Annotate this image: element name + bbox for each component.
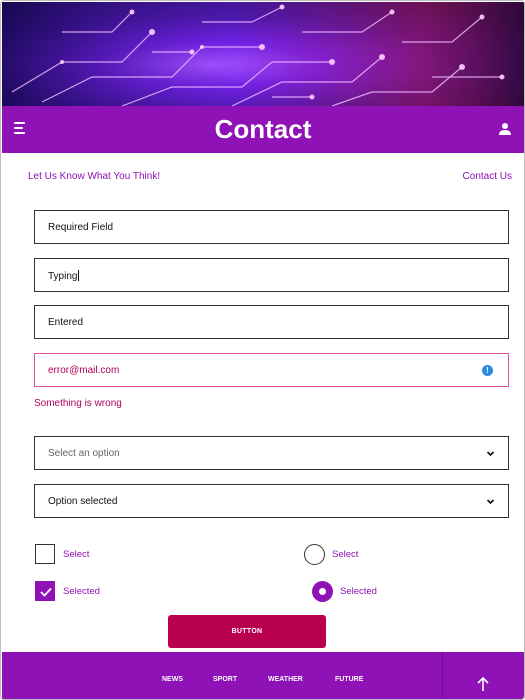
submit-button[interactable]: BUTTON [168,615,326,648]
nav-weather[interactable]: WEATHER [268,676,303,683]
info-icon: ! [482,365,493,376]
typing-field-input[interactable]: Typing [34,258,509,292]
app-frame: Contact Let Us Know What You Think! Cont… [0,0,525,700]
chevron-down-icon [486,451,495,457]
option-select-empty[interactable]: Select an option [34,436,509,470]
radio-label: Selected [340,586,377,597]
radio-dot [319,588,326,595]
page-title: Contact [214,114,312,144]
chevron-down-icon [486,499,495,505]
select-placeholder: Select an option [48,448,120,459]
field-value: Required Field [48,222,114,233]
entered-field-input[interactable]: Entered [34,305,509,339]
checkbox-label: Selected [63,586,100,597]
feedback-tagline: Let Us Know What You Think! [28,171,161,182]
footer-nav-bar: NEWS SPORT WEATHER FUTURE [2,652,524,699]
check-icon [40,587,52,597]
checkbox-checked[interactable] [35,581,55,601]
error-message: Something is wrong [34,398,122,409]
hero-circuit-image [2,2,524,106]
checkbox-unchecked[interactable] [35,544,55,564]
required-field-input[interactable]: Required Field [34,210,509,244]
user-icon[interactable] [498,122,512,136]
radio-unselected[interactable] [304,544,325,565]
nav-future[interactable]: FUTURE [335,676,363,683]
nav-news[interactable]: NEWS [162,676,183,683]
checkbox-label: Select [63,549,90,560]
radio-selected[interactable] [312,581,333,602]
nav-sport[interactable]: SPORT [213,676,237,683]
header-bar: Contact [2,106,524,153]
option-select-filled[interactable]: Option selected [34,484,509,518]
text-caret [78,270,80,281]
footer-divider [442,652,443,699]
field-value: Typing [48,271,78,282]
field-value: error@mail.com [48,365,120,376]
field-value: Entered [48,317,84,328]
field-value-with-caret: Typing [48,270,80,282]
select-value: Option selected [48,496,118,507]
arrow-up-icon[interactable] [476,676,490,692]
radio-label: Select [332,549,359,560]
contact-us-link[interactable]: Contact Us [463,171,512,182]
email-field-error[interactable]: error@mail.com ! [34,353,509,387]
